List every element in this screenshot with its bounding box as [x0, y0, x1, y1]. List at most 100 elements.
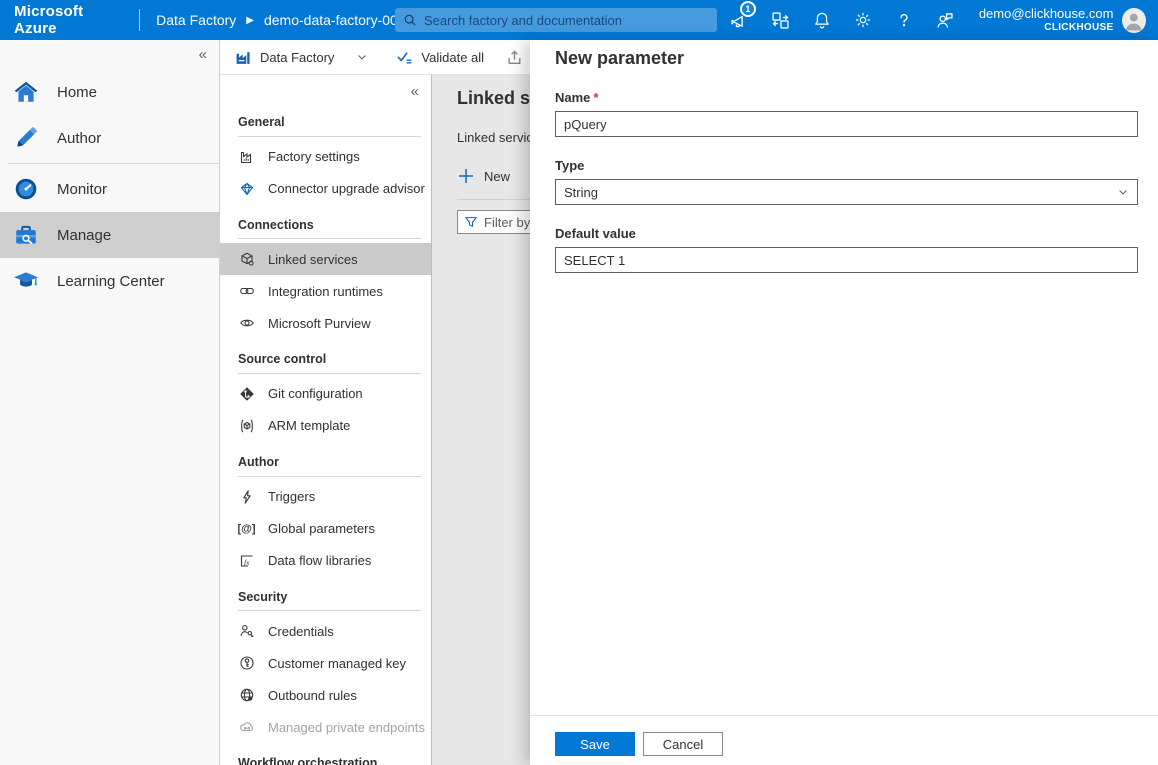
data-factory-icon [235, 49, 252, 66]
menu-item-git-configuration[interactable]: Git configuration [220, 378, 431, 410]
menu-section-title: Author [238, 455, 421, 476]
menu-item-outbound-rules[interactable]: Outbound rules [220, 679, 431, 711]
manage-menu-collapse-icon[interactable]: « [220, 81, 431, 102]
managed-key-icon [238, 655, 255, 671]
purview-eye-icon [238, 315, 255, 331]
validate-all-label: Validate all [421, 50, 484, 65]
menu-section-connections: Connections Linked services Integration … [220, 218, 431, 340]
menu-item-label: Triggers [268, 489, 315, 504]
nav-item-manage[interactable]: Manage [0, 212, 219, 258]
save-button[interactable]: Save [555, 732, 635, 756]
menu-item-credentials[interactable]: Credentials [220, 615, 431, 647]
menu-item-arm-template[interactable]: ARM template [220, 410, 431, 442]
breadcrumb-caret-icon: ▶ [246, 15, 254, 26]
left-nav-collapse-icon[interactable]: « [0, 44, 219, 69]
nav-item-learning-center[interactable]: Learning Center [0, 258, 219, 304]
menu-item-data-flow-libraries[interactable]: fx Data flow libraries [220, 545, 431, 577]
notifications-bell-icon[interactable] [810, 8, 834, 32]
home-icon [13, 79, 39, 105]
menu-item-label: Linked services [268, 252, 358, 267]
menu-item-integration-runtimes[interactable]: Integration runtimes [220, 275, 431, 307]
menu-section-rule [238, 238, 421, 239]
linked-services-icon [238, 251, 255, 267]
avatar[interactable] [1122, 8, 1146, 33]
settings-gear-icon[interactable] [851, 8, 875, 32]
manage-toolbox-icon [13, 222, 39, 248]
type-select[interactable]: String [555, 179, 1138, 205]
new-parameter-panel: New parameter Name* Type String Default … [530, 40, 1158, 765]
factory-selector[interactable]: Data Factory [235, 49, 368, 66]
panel-title: New parameter [555, 48, 1138, 69]
publish-export-icon [506, 49, 523, 66]
help-icon[interactable] [892, 8, 916, 32]
git-icon [238, 386, 255, 402]
nav-item-home[interactable]: Home [0, 69, 219, 115]
nav-item-author[interactable]: Author [0, 115, 219, 161]
menu-item-label: Managed private endpoints [268, 720, 425, 735]
name-input[interactable] [555, 111, 1138, 137]
integration-runtimes-icon [238, 283, 255, 299]
microsoft-azure-logo[interactable]: Microsoft Azure [0, 3, 139, 37]
new-linked-service-button[interactable]: New [457, 167, 510, 185]
nav-item-label: Monitor [57, 181, 107, 198]
menu-section-title: General [238, 115, 421, 136]
menu-item-label: Credentials [268, 624, 334, 639]
validate-all-button[interactable]: Validate all [396, 49, 484, 66]
menu-item-label: Global parameters [268, 521, 375, 536]
cancel-button[interactable]: Cancel [643, 732, 723, 756]
global-parameters-icon: [@] [238, 523, 255, 535]
arm-template-icon [238, 418, 255, 434]
search-input[interactable] [424, 13, 709, 28]
menu-item-customer-managed-key[interactable]: Customer managed key [220, 647, 431, 679]
plus-icon [457, 167, 475, 185]
menu-item-triggers[interactable]: Triggers [220, 481, 431, 513]
breadcrumb-product[interactable]: Data Factory [156, 12, 236, 28]
name-field-group: Name* [555, 90, 1138, 137]
monitor-gauge-icon [13, 176, 39, 202]
publish-button[interactable] [506, 49, 523, 66]
menu-item-label: Git configuration [268, 386, 363, 401]
left-nav-divider [8, 163, 219, 164]
menu-item-microsoft-purview[interactable]: Microsoft Purview [220, 307, 431, 339]
menu-item-factory-settings[interactable]: Factory settings [220, 141, 431, 173]
new-button-label: New [484, 169, 510, 184]
menu-section-general: General Factory settings Connector upgra… [220, 115, 431, 205]
menu-section-security: Security Credentials Customer managed ke… [220, 590, 431, 744]
account-tenant: CLICKHOUSE [979, 22, 1114, 34]
default-value-input[interactable] [555, 247, 1138, 273]
default-value-field-group: Default value [555, 226, 1138, 273]
required-asterisk: * [593, 90, 598, 105]
search-box[interactable] [395, 8, 717, 32]
menu-section-source-control: Source control Git configuration ARM tem… [220, 352, 431, 442]
notification-badge: 1 [740, 1, 756, 17]
learning-center-icon [13, 268, 39, 294]
name-label: Name* [555, 90, 1138, 105]
type-select-value: String [564, 185, 598, 200]
nav-item-monitor[interactable]: Monitor [0, 166, 219, 212]
nav-item-label: Home [57, 84, 97, 101]
announcements-icon[interactable]: 1 [728, 8, 752, 32]
factory-settings-icon [238, 149, 255, 165]
left-nav: « Home Author Monitor Manage [0, 40, 220, 765]
credentials-icon [238, 623, 255, 639]
menu-item-label: Customer managed key [268, 656, 406, 671]
menu-item-label: Connector upgrade advisor [268, 181, 425, 196]
menu-section-title: Workflow orchestration manager [238, 756, 388, 765]
menu-item-linked-services[interactable]: Linked services [220, 243, 431, 275]
diamond-advisor-icon [238, 181, 255, 197]
panel-footer: Save Cancel [530, 715, 1158, 765]
filter-funnel-icon [464, 215, 478, 229]
account-info[interactable]: demo@clickhouse.com CLICKHOUSE [979, 6, 1114, 34]
nav-item-label: Learning Center [57, 273, 165, 290]
menu-item-connector-upgrade-advisor[interactable]: Connector upgrade advisor [220, 173, 431, 205]
globe-icon [238, 687, 255, 703]
menu-item-managed-private-endpoints[interactable]: Managed private endpoints [220, 711, 431, 743]
svg-text:fx: fx [244, 558, 250, 567]
cloud-endpoints-icon [238, 719, 255, 735]
switch-resource-icon[interactable] [769, 8, 793, 32]
breadcrumb-resource[interactable]: demo-data-factory-00 [264, 12, 398, 28]
menu-item-global-parameters[interactable]: [@] Global parameters [220, 513, 431, 545]
feedback-icon[interactable] [933, 8, 957, 32]
chevron-down-icon [356, 51, 368, 63]
account-email: demo@clickhouse.com [979, 6, 1114, 22]
